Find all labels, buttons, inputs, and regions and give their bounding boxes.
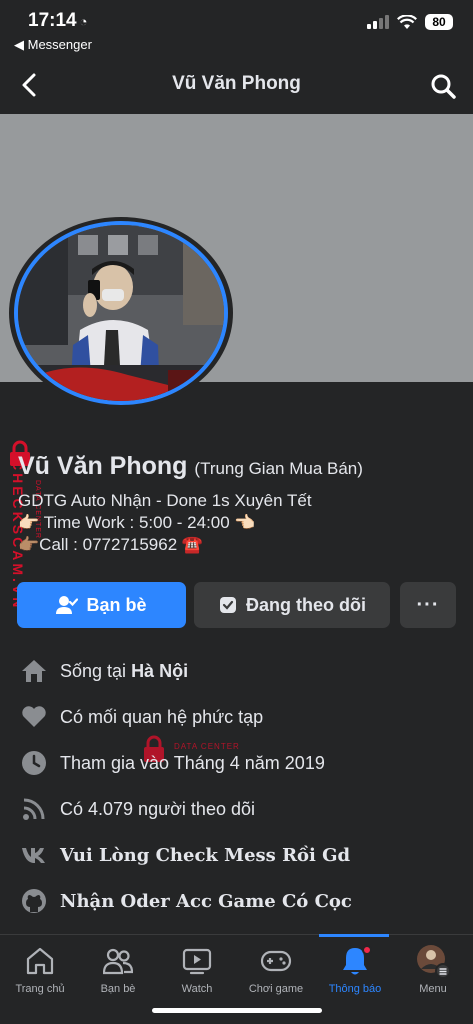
friends-icon — [103, 948, 133, 975]
profile-actions: Bạn bè Đang theo dõi ··· — [17, 582, 457, 628]
status-icons: 80 — [367, 14, 453, 30]
detail-lives-prefix: Sống tại — [60, 660, 132, 681]
friends-button-label: Bạn bè — [86, 594, 147, 615]
github-icon — [22, 889, 46, 913]
detail-joined: Tham gia vào Tháng 4 năm 2019 — [20, 748, 460, 778]
menu-avatar-icon — [417, 945, 451, 979]
bio-line: 👉🏽Call : 0772715962 ☎️ — [18, 535, 204, 554]
tab-label: Watch — [181, 983, 213, 995]
detail-lives-in[interactable]: Sống tại Hà Nội — [20, 656, 460, 686]
detail-lives-city[interactable]: Hà Nội — [131, 661, 188, 681]
tab-friends[interactable]: Bạn bè — [78, 943, 158, 995]
more-options-button[interactable]: ··· — [400, 582, 456, 628]
tab-notifications[interactable]: Thông báo — [315, 943, 395, 995]
page-title: Vũ Văn Phong — [172, 73, 301, 94]
tab-label: Bạn bè — [100, 983, 136, 995]
following-button-label: Đang theo dõi — [246, 594, 366, 615]
detail-relationship-text: Có mối quan hệ phức tạp — [60, 706, 264, 727]
battery-indicator: 80 — [425, 14, 453, 30]
heart-icon — [22, 706, 46, 727]
wifi-icon — [397, 14, 417, 29]
tab-label: Trang chủ — [15, 983, 65, 995]
home-indicator[interactable] — [152, 1008, 322, 1013]
notification-badge — [362, 945, 372, 955]
status-bar: 17:14 ◔ ◀ Messenger 80 — [0, 0, 473, 58]
home-icon — [22, 660, 46, 682]
watch-icon — [182, 948, 212, 975]
focus-icon: ◔ — [79, 14, 88, 29]
following-button[interactable]: Đang theo dõi — [194, 582, 390, 628]
profile-name: Vũ Văn Phong (Trung Gian Mua Bán) — [18, 452, 363, 481]
tab-gaming[interactable]: Chơi game — [236, 943, 316, 995]
back-to-messenger-link[interactable]: ◀ Messenger — [14, 37, 92, 53]
tab-label: Menu — [419, 983, 447, 995]
profile-avatar[interactable] — [14, 221, 228, 405]
clock-icon — [22, 751, 46, 775]
detail-vk-text: Vui Lòng Check Mess Rồi Gd — [60, 844, 351, 866]
profile-alternate-name: (Trung Gian Mua Bán) — [194, 459, 363, 478]
following-icon — [220, 597, 236, 613]
vk-icon — [22, 848, 45, 863]
bio-line: GDTG Auto Nhận - Done 1s Xuyên Tết — [18, 491, 312, 510]
tab-label: Thông báo — [328, 983, 382, 995]
detail-followers-text: Có 4.079 người theo dõi — [60, 798, 255, 819]
nav-bar: Vũ Văn Phong — [0, 58, 473, 114]
rss-icon — [23, 798, 45, 820]
detail-followers[interactable]: Có 4.079 người theo dõi — [20, 794, 460, 824]
detail-joined-text: Tham gia vào Tháng 4 năm 2019 — [60, 752, 325, 773]
detail-github-text: Nhận Oder Acc Game Có Cọc — [60, 890, 352, 912]
friend-check-icon — [56, 596, 79, 614]
status-time: 17:14 ◔ — [28, 10, 88, 31]
tab-watch[interactable]: Watch — [157, 943, 237, 995]
friends-button[interactable]: Bạn bè — [17, 582, 186, 628]
search-icon[interactable] — [429, 72, 457, 100]
detail-github-link[interactable]: Nhận Oder Acc Game Có Cọc — [20, 886, 460, 916]
detail-relationship: Có mối quan hệ phức tạp — [20, 702, 460, 732]
bio-line: 👉🏻 Time Work : 5:00 - 24:00 👈🏻 — [18, 513, 256, 532]
gaming-icon — [260, 950, 292, 972]
home-icon — [26, 947, 54, 975]
cellular-signal-icon — [367, 15, 389, 29]
tab-home[interactable]: Trang chủ — [0, 943, 80, 995]
tab-label: Chơi game — [248, 983, 304, 995]
tab-menu[interactable]: Menu — [393, 943, 473, 995]
active-tab-indicator — [319, 934, 389, 937]
avatar-photo — [18, 225, 224, 401]
detail-vk-link[interactable]: Vui Lòng Check Mess Rồi Gd — [20, 840, 460, 870]
profile-name-text: Vũ Văn Phong — [18, 452, 188, 480]
profile-bio: GDTG Auto Nhận - Done 1s Xuyên Tết 👉🏻 Ti… — [18, 490, 458, 556]
